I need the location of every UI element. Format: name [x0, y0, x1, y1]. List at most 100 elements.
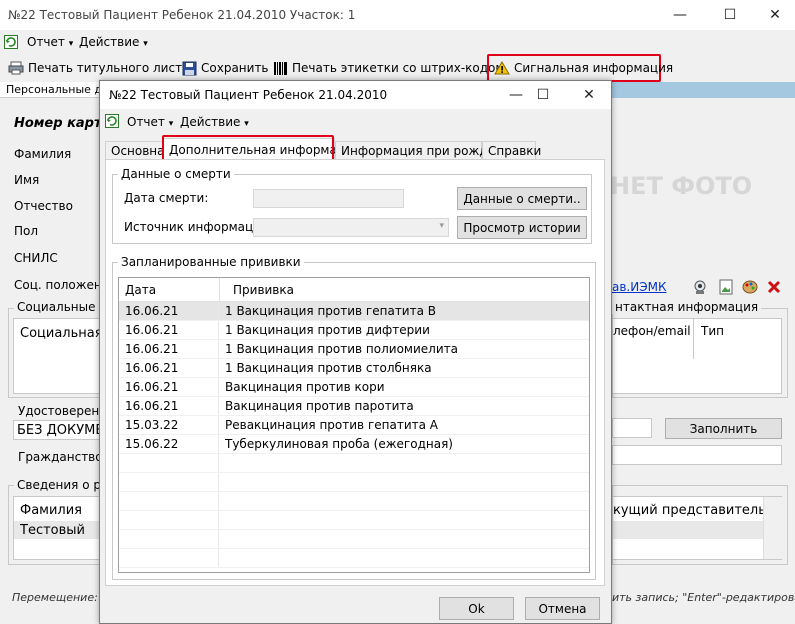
id-document-field[interactable]: БЕЗ ДОКУМЕ — [13, 420, 104, 440]
vaccination-date: 15.06.22 — [119, 435, 219, 453]
death-date-label: Дата смерти: — [124, 191, 209, 205]
palette-icon[interactable] — [742, 279, 758, 295]
table-row[interactable]: Тестовый — [14, 521, 101, 539]
signal-info-button[interactable]: Сигнальная информация — [494, 57, 673, 79]
status-hint-right: ить запись; "Enter"-редактировать — [612, 591, 795, 604]
history-button[interactable]: Просмотр истории — [457, 216, 587, 239]
dialog-menu-action[interactable]: Действие ▾ — [180, 115, 249, 129]
parents-surname-column: Фамилия — [20, 503, 82, 518]
webcam-icon[interactable] — [692, 279, 708, 295]
vaccination-date: 15.03.22 — [119, 416, 219, 434]
scrollbar[interactable] — [763, 497, 782, 559]
column-header-vaccine[interactable]: Прививка — [233, 283, 294, 297]
snils-label: СНИЛС — [14, 251, 58, 265]
save-label: Сохранить — [201, 61, 269, 75]
contact-group-title: нтактная информация — [612, 300, 762, 314]
window-title: №22 Тестовый Пациент Ребенок 21.04.2010 … — [8, 8, 356, 22]
dialog-menu-report-label: Отчет — [127, 115, 165, 129]
dialog-close-button[interactable]: ✕ — [566, 81, 612, 109]
vaccination-name: Туберкулиновая проба (ежегодная) — [225, 437, 453, 451]
table-row[interactable]: 16.06.21 1 Вакцинация против дифтерии — [119, 321, 589, 340]
vaccination-date — [119, 473, 219, 491]
citizenship-field[interactable] — [612, 445, 782, 465]
death-date-field[interactable] — [253, 189, 404, 208]
type-column: Тип — [701, 324, 724, 338]
column-divider — [219, 278, 220, 302]
vaccination-date: 16.06.21 — [119, 397, 219, 415]
death-group-title: Данные о смерти — [118, 167, 234, 181]
table-row[interactable]: 15.03.22 Ревакцинация против гепатита А — [119, 416, 589, 435]
ok-button[interactable]: Ok — [439, 597, 514, 620]
tab-personal-label: Персональные да — [6, 83, 109, 96]
refresh-icon[interactable] — [4, 35, 18, 49]
death-source-label: Источник информации: — [124, 220, 273, 234]
name-label: Имя — [14, 173, 40, 187]
table-row[interactable] — [119, 454, 589, 473]
vaccination-date — [119, 530, 219, 548]
vaccination-date: 16.06.21 — [119, 359, 219, 377]
vaccination-date — [119, 492, 219, 510]
no-photo-placeholder: НЕТ ФОТО — [610, 172, 753, 200]
card-number-label: Номер карт — [14, 116, 102, 131]
tab-main[interactable]: Основная — [105, 141, 172, 160]
column-header-date[interactable]: Дата — [125, 283, 156, 297]
tab-strip-background — [612, 82, 795, 98]
refresh-icon[interactable] — [105, 114, 119, 128]
vaccination-grid[interactable]: Дата Прививка 16.06.21 1 Вакцинация проти… — [118, 277, 590, 573]
death-source-select[interactable]: ▾ — [253, 218, 449, 237]
fill-button[interactable]: Заполнить — [665, 418, 782, 439]
surname-label: Фамилия — [14, 147, 72, 161]
citizenship-label: Гражданство — [18, 450, 103, 464]
column-divider — [693, 319, 694, 359]
print-title-button[interactable]: Печать титульного листа — [8, 57, 189, 79]
print-title-label: Печать титульного листа — [28, 61, 190, 75]
printer-icon — [8, 61, 24, 75]
delete-icon[interactable] — [766, 279, 782, 295]
dialog-menu-action-label: Действие — [180, 115, 241, 129]
contact-grid[interactable]: лефон/email Тип — [612, 318, 782, 394]
table-row[interactable] — [119, 530, 589, 549]
vaccination-name: Ревакцинация против гепатита А — [225, 418, 438, 432]
table-row[interactable]: 16.06.21 Вакцинация против кори — [119, 378, 589, 397]
table-row[interactable] — [613, 521, 763, 539]
emk-link[interactable]: ав.ИЭМК — [612, 280, 666, 294]
print-barcode-label: Печать этикетки со штрих-кодом — [292, 61, 505, 75]
menu-action[interactable]: Действие ▾ — [79, 35, 148, 49]
chevron-down-icon: ▾ — [244, 119, 249, 129]
social-categories-grid[interactable]: Социальная к — [13, 318, 115, 394]
photo-icon[interactable] — [718, 279, 734, 295]
minimize-button[interactable]: — — [657, 0, 703, 30]
maximize-button[interactable]: ☐ — [707, 0, 753, 30]
cancel-button[interactable]: Отмена — [525, 597, 600, 620]
print-barcode-button[interactable]: Печать этикетки со штрих-кодом — [273, 57, 504, 79]
death-data-button[interactable]: Данные о смерти.. — [457, 187, 587, 210]
dialog-maximize-button[interactable]: ☐ — [520, 81, 566, 109]
id-extra-field[interactable] — [612, 418, 652, 438]
vaccination-name: 1 Вакцинация против дифтерии — [225, 323, 430, 337]
table-row[interactable] — [119, 511, 589, 530]
close-button[interactable]: ✕ — [752, 0, 795, 30]
chevron-down-icon: ▾ — [143, 39, 148, 49]
tab-birth-info[interactable]: Информация при рождении — [335, 141, 518, 160]
table-row[interactable]: 15.06.22 Туберкулиновая проба (ежегодная) — [119, 435, 589, 454]
patronymic-label: Отчество — [14, 199, 73, 213]
table-row[interactable]: 16.06.21 Вакцинация против паротита — [119, 397, 589, 416]
tab-personal[interactable]: Персональные да — [0, 82, 109, 98]
dialog-menu-report[interactable]: Отчет ▾ — [127, 115, 173, 129]
table-row[interactable]: 16.06.21 1 Вакцинация против полиомиелита — [119, 340, 589, 359]
parents-grid[interactable]: Фамилия Тестовый — [13, 496, 101, 560]
table-row[interactable]: 16.06.21 1 Вакцинация против столбняка — [119, 359, 589, 378]
chevron-down-icon: ▾ — [168, 119, 174, 129]
table-row[interactable]: 16.06.21 1 Вакцинация против гепатита В — [119, 302, 589, 321]
table-row[interactable] — [119, 492, 589, 511]
parents-surname-value: Тестовый — [20, 523, 85, 538]
save-button[interactable]: Сохранить — [182, 57, 269, 79]
parents-grid-right[interactable]: кущий представитель — [612, 496, 782, 560]
menu-report[interactable]: Отчет ▾ — [27, 35, 73, 49]
chevron-down-icon: ▾ — [439, 221, 444, 231]
table-row[interactable] — [119, 473, 589, 492]
tab-certificates[interactable]: Справки — [482, 141, 541, 160]
vaccination-name: Вакцинация против кори — [225, 380, 385, 394]
signal-info-label: Сигнальная информация — [514, 61, 674, 75]
table-row[interactable] — [119, 549, 589, 568]
